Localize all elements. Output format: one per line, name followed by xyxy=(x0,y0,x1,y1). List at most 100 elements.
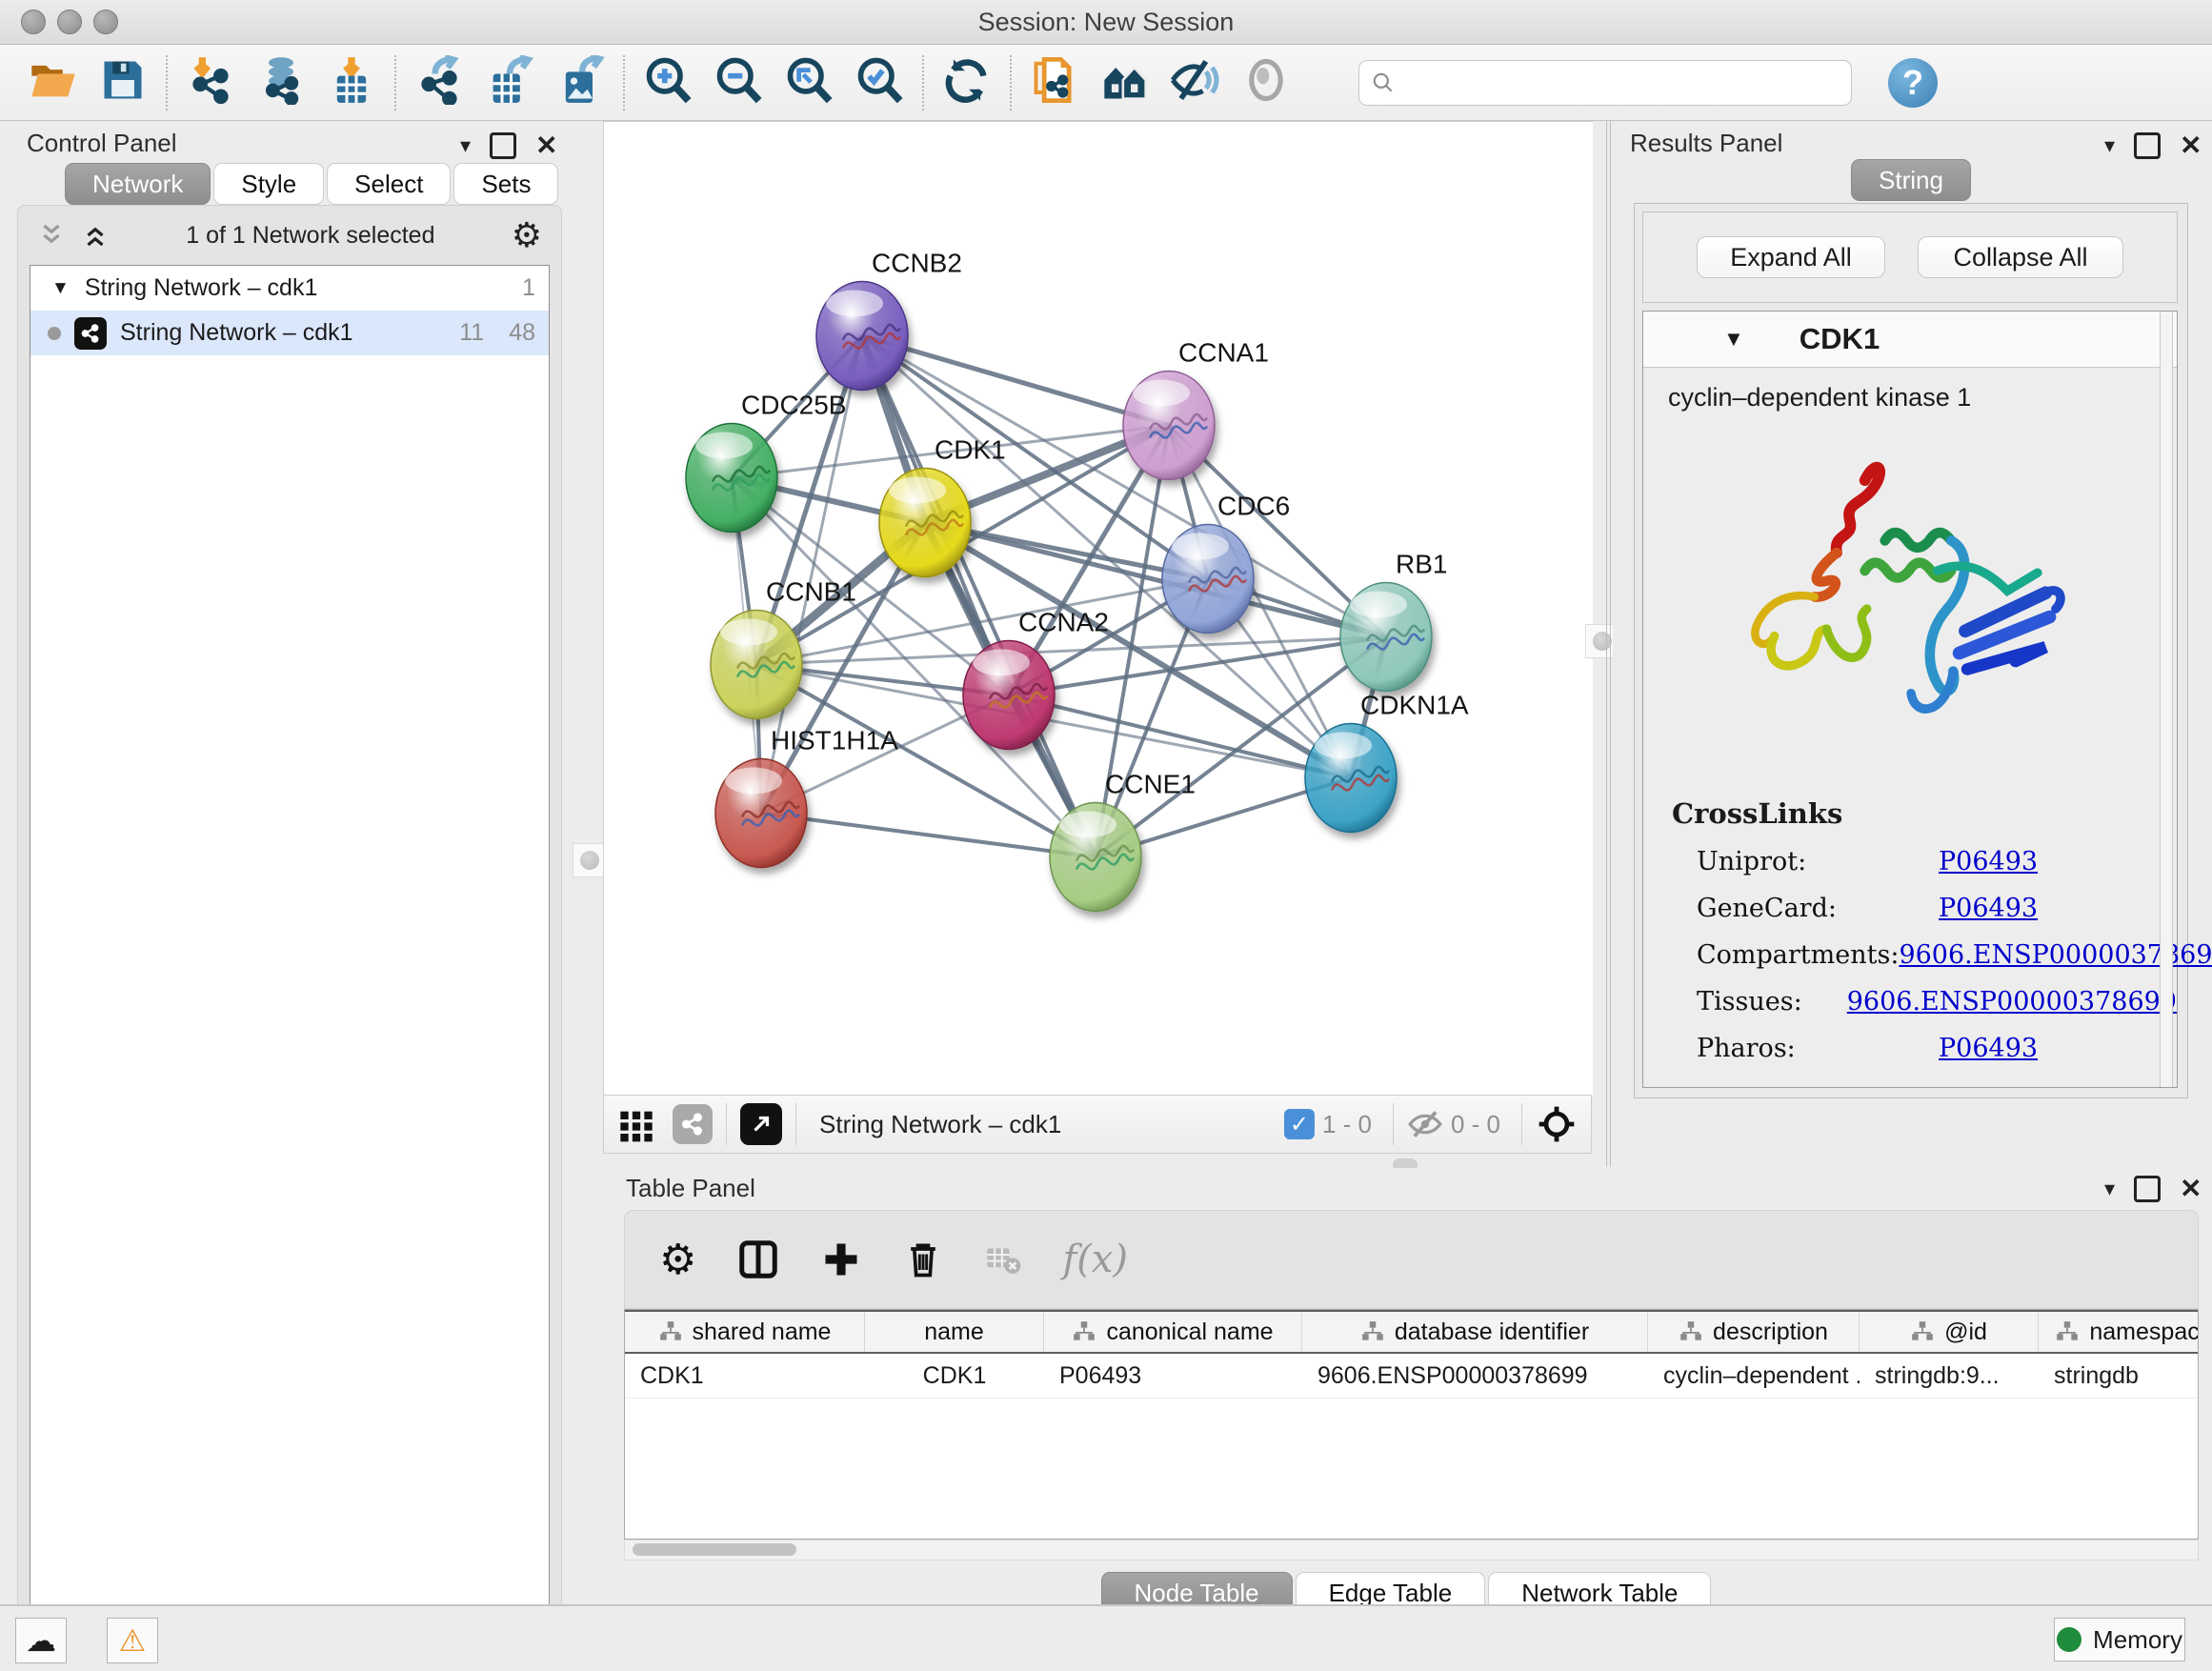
network-node-CDK1[interactable]: CDK1 xyxy=(879,435,1006,577)
open-session-button[interactable] xyxy=(17,50,88,116)
detach-view-button[interactable] xyxy=(740,1103,782,1145)
cdk1-section: ▼ CDK1 cyclin–dependent kinase 1 xyxy=(1642,311,2178,1088)
results-panel-menu-icon[interactable]: ▾ xyxy=(2104,133,2115,158)
tab-select[interactable]: Select xyxy=(327,163,451,205)
cell-description[interactable]: cyclin–dependent ... xyxy=(1648,1354,1860,1398)
global-search-field[interactable] xyxy=(1358,60,1852,106)
cell-shared-name[interactable]: CDK1 xyxy=(625,1354,865,1398)
control-panel: Control Panel ▾ ✕ NetworkStyleSelectSets… xyxy=(0,121,575,1603)
export-table-button[interactable] xyxy=(474,50,545,116)
memory-button[interactable]: Memory xyxy=(2054,1618,2185,1661)
section-expander-icon[interactable]: ▼ xyxy=(1723,327,1744,352)
crosslink-link[interactable]: P06493 xyxy=(1939,1034,2038,1063)
table-panel-close-icon[interactable]: ✕ xyxy=(2180,1178,2202,1199)
import-network-button[interactable] xyxy=(175,50,246,116)
network-node-HIST1H1A[interactable]: HIST1H1A xyxy=(715,726,898,868)
network-node-RB1[interactable]: RB1 xyxy=(1340,550,1447,692)
results-panel-close-icon[interactable]: ✕ xyxy=(2180,135,2202,156)
network-edge[interactable] xyxy=(862,336,1096,857)
search-input[interactable] xyxy=(1405,68,1840,97)
results-vertical-scrollbar[interactable] xyxy=(2160,312,2173,1087)
cell-name[interactable]: CDK1 xyxy=(865,1354,1044,1398)
function-builder-label[interactable]: f(x) xyxy=(1062,1238,1128,1281)
apply-layout-button[interactable] xyxy=(932,50,1002,116)
column-header-database-identifier[interactable]: database identifier xyxy=(1302,1312,1648,1352)
table-horizontal-scrollbar[interactable] xyxy=(624,1540,2199,1560)
left-splitter[interactable] xyxy=(575,121,603,1603)
expand-all-icon[interactable] xyxy=(81,221,110,250)
birdseye-crosshair-icon[interactable] xyxy=(1536,1103,1578,1145)
network-options-gear-icon[interactable]: ⚙ xyxy=(512,215,542,255)
network-node-CCNB1[interactable]: CCNB1 xyxy=(711,577,856,719)
tab-string[interactable]: String xyxy=(1851,159,1971,201)
clone-network-button[interactable] xyxy=(1019,50,1090,116)
zoom-in-button[interactable] xyxy=(633,50,703,116)
save-session-button[interactable] xyxy=(88,50,158,116)
cell-at-id[interactable]: stringdb:9... xyxy=(1860,1354,2039,1398)
table-options-gear-icon[interactable]: ⚙ xyxy=(659,1236,696,1284)
hide-graphics-details-button[interactable] xyxy=(1160,50,1231,116)
zoom-fit-button[interactable] xyxy=(774,50,844,116)
collection-expander-icon[interactable]: ▼ xyxy=(51,278,70,299)
network-node-CCNA1[interactable]: CCNA1 xyxy=(1123,338,1269,480)
houses-button[interactable] xyxy=(1090,50,1160,116)
import-network-from-database-button[interactable] xyxy=(246,50,316,116)
hidden-eye-icon[interactable] xyxy=(1407,1106,1443,1142)
crosslink-link[interactable]: P06493 xyxy=(1939,847,2038,876)
network-canvas[interactable]: CCNB2CCNA1CDC25BCDK1CDC6RB1CCNB1CCNA2CDK… xyxy=(603,121,1594,1097)
column-header-name[interactable]: name xyxy=(865,1312,1044,1352)
grid-view-icon[interactable] xyxy=(617,1105,655,1143)
tab-sets[interactable]: Sets xyxy=(453,163,558,205)
tab-network[interactable]: Network xyxy=(65,163,211,205)
expand-all-button[interactable]: Expand All xyxy=(1697,236,1885,278)
cell-database-identifier[interactable]: 9606.ENSP00000378699 xyxy=(1302,1354,1648,1398)
table-panel-float-icon[interactable] xyxy=(2134,1176,2161,1202)
crosslink-link[interactable]: 9606.ENSP00000378699 xyxy=(1847,987,2177,1017)
create-column-icon[interactable] xyxy=(820,1238,862,1280)
results-panel-float-icon[interactable] xyxy=(2134,132,2161,159)
tab-style[interactable]: Style xyxy=(213,163,324,205)
column-header-description[interactable]: description xyxy=(1648,1312,1860,1352)
export-network-button[interactable] xyxy=(404,50,474,116)
cloud-status-button[interactable]: ☁ xyxy=(15,1618,67,1663)
zoom-out-button[interactable] xyxy=(703,50,774,116)
column-header-shared-name[interactable]: shared name xyxy=(625,1312,865,1352)
help-button[interactable]: ? xyxy=(1888,58,1938,108)
network-collection-row[interactable]: ▼ String Network – cdk1 1 xyxy=(30,266,549,311)
show-annotations-button[interactable] xyxy=(1231,50,1301,116)
import-table-button[interactable] xyxy=(316,50,387,116)
control-panel-close-icon[interactable]: ✕ xyxy=(535,135,557,156)
network-share-icon[interactable] xyxy=(673,1104,713,1144)
network-edge[interactable] xyxy=(862,336,1169,426)
control-panel-menu-icon[interactable]: ▾ xyxy=(460,133,471,158)
right-splitter[interactable] xyxy=(1593,121,1613,1167)
network-node-CCNB2[interactable]: CCNB2 xyxy=(816,249,962,391)
left-splitter-grip[interactable] xyxy=(573,843,607,877)
network-node-CCNE1[interactable]: CCNE1 xyxy=(1050,770,1196,912)
cell-canonical-name[interactable]: P06493 xyxy=(1044,1354,1302,1398)
cell-namespace[interactable]: stringdb xyxy=(2039,1354,2199,1398)
delete-table-icon[interactable] xyxy=(984,1240,1022,1278)
table-panel-menu-icon[interactable]: ▾ xyxy=(2104,1177,2115,1201)
scrollbar-thumb[interactable] xyxy=(633,1543,796,1556)
crosslink-link[interactable]: P06493 xyxy=(1939,894,2038,923)
column-header-canonical-name[interactable]: canonical name xyxy=(1044,1312,1302,1352)
show-columns-icon[interactable] xyxy=(736,1238,780,1281)
warnings-button[interactable]: ⚠ xyxy=(107,1618,158,1663)
control-panel-float-icon[interactable] xyxy=(490,132,516,159)
node-label-CCNA2: CCNA2 xyxy=(1018,608,1109,637)
column-header-at-id[interactable]: @id xyxy=(1860,1312,2039,1352)
table-row[interactable]: CDK1 CDK1 P06493 9606.ENSP00000378699 cy… xyxy=(625,1354,2198,1399)
network-edge[interactable] xyxy=(761,814,1096,857)
selected-checkbox-icon[interactable]: ✓ xyxy=(1284,1109,1315,1139)
network-node-CDKN1A[interactable]: CDKN1A xyxy=(1305,691,1469,833)
collapse-all-icon[interactable] xyxy=(37,221,66,250)
delete-column-trash-icon[interactable] xyxy=(902,1238,944,1280)
cdk1-section-header[interactable]: ▼ CDK1 xyxy=(1643,312,2177,368)
zoom-selected-button[interactable] xyxy=(844,50,915,116)
export-image-button[interactable] xyxy=(545,50,615,116)
collapse-all-button[interactable]: Collapse All xyxy=(1918,236,2123,278)
network-node-CDC6[interactable]: CDC6 xyxy=(1162,492,1290,634)
column-header-namespace[interactable]: namespace xyxy=(2039,1312,2199,1352)
network-row-selected[interactable]: String Network – cdk1 11 48 xyxy=(30,311,549,355)
